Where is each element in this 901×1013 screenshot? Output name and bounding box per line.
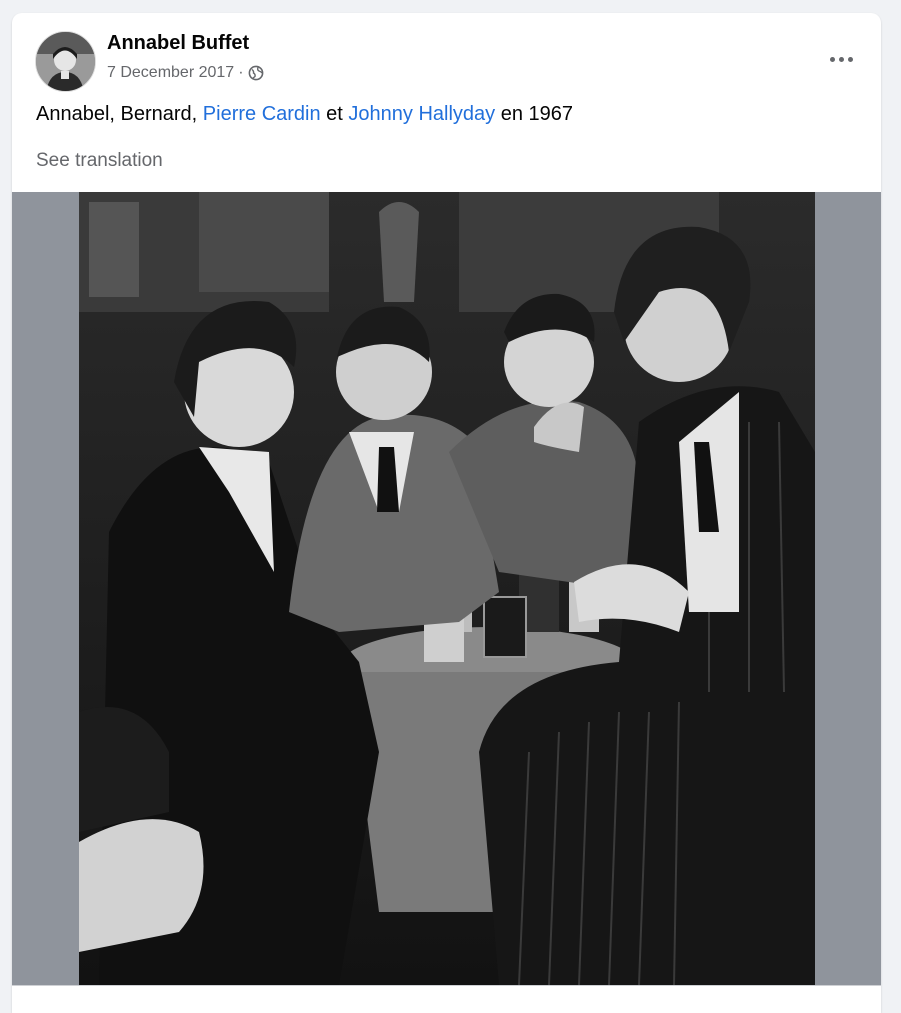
- see-translation-link[interactable]: See translation: [36, 150, 163, 172]
- post-text-part: et: [320, 103, 349, 125]
- post-media[interactable]: [12, 192, 881, 985]
- post-text-part: Annabel, Bernard,: [36, 103, 203, 125]
- author-name[interactable]: Annabel Buffet: [107, 32, 249, 55]
- post-text: Annabel, Bernard, Pierre Cardin et Johnn…: [36, 103, 573, 126]
- post-header: Annabel Buffet 7 December 2017 ·: [12, 13, 881, 93]
- tag-pierre-cardin[interactable]: Pierre Cardin: [203, 103, 321, 125]
- meta-separator: ·: [238, 64, 244, 81]
- post-date[interactable]: 7 December 2017: [107, 64, 234, 82]
- post-text-part: en 1967: [495, 103, 574, 125]
- author-avatar[interactable]: [35, 31, 96, 92]
- black-and-white-photo: [79, 192, 815, 985]
- more-options-icon[interactable]: [823, 41, 859, 77]
- post-footer: [12, 985, 881, 1013]
- tag-johnny-hallyday[interactable]: Johnny Hallyday: [348, 103, 495, 125]
- post-photo[interactable]: [79, 192, 815, 985]
- globe-icon[interactable]: [248, 65, 264, 81]
- post-card: Annabel Buffet 7 December 2017 · Annabel…: [12, 13, 881, 1013]
- post-meta: 7 December 2017 ·: [107, 64, 264, 82]
